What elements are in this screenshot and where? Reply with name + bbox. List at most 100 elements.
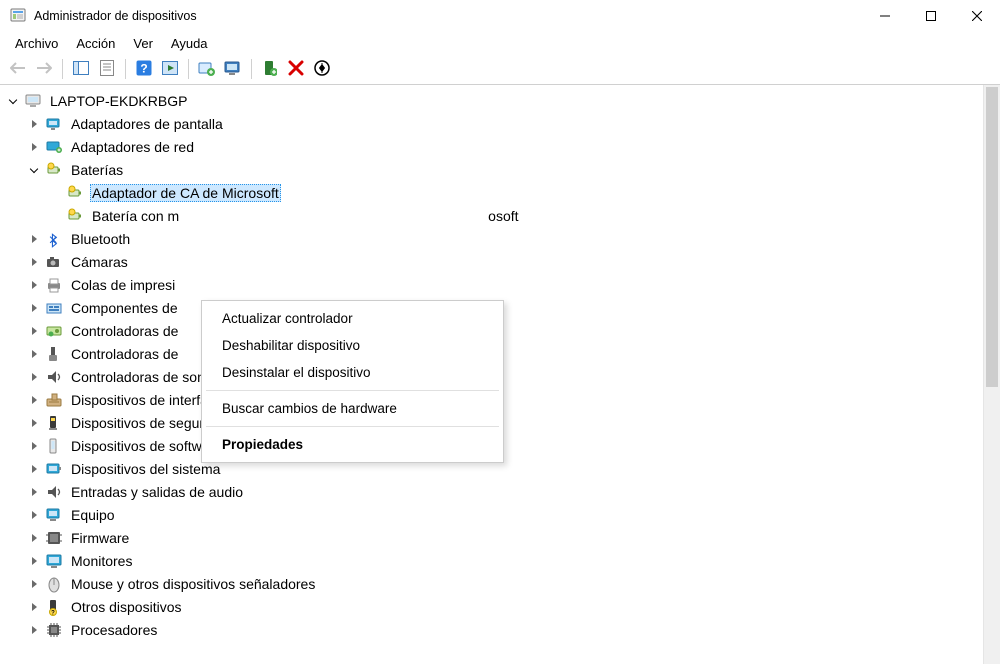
update-driver-button[interactable] xyxy=(195,57,219,81)
expand-toggle[interactable] xyxy=(27,531,41,545)
collapse-toggle[interactable] xyxy=(6,94,20,108)
expand-toggle[interactable] xyxy=(27,577,41,591)
context-menu-item[interactable]: Actualizar controlador xyxy=(204,305,501,332)
tree-node[interactable]: Firmware xyxy=(27,526,998,549)
uninstall-icon xyxy=(288,60,304,79)
tree-node[interactable]: Bluetooth xyxy=(27,227,998,250)
chevron-right-icon xyxy=(32,442,37,450)
context-menu-item[interactable]: Buscar cambios de hardware xyxy=(204,395,501,422)
minimize-button[interactable] xyxy=(862,0,908,32)
expand-toggle[interactable] xyxy=(27,370,41,384)
chevron-right-icon xyxy=(32,534,37,542)
chevron-right-icon xyxy=(32,350,37,358)
tree-node[interactable]: Controladoras de sonido y vídeo y dispos… xyxy=(27,365,998,388)
expand-toggle[interactable] xyxy=(27,393,41,407)
tree-node[interactable]: Procesadores xyxy=(27,618,998,641)
scrollbar-vertical[interactable] xyxy=(983,85,1000,664)
tree-node[interactable]: ?Otros dispositivos xyxy=(27,595,998,618)
expand-toggle[interactable] xyxy=(27,140,41,154)
tree-node[interactable]: Colas de impresi xyxy=(27,273,998,296)
battery-icon xyxy=(66,207,84,225)
tree-node-label: Adaptador de CA de Microsoft xyxy=(90,184,281,202)
help-button[interactable]: ? xyxy=(132,57,156,81)
tree-node-label: Entradas y salidas de audio xyxy=(69,483,245,501)
close-button[interactable] xyxy=(954,0,1000,32)
context-menu-item[interactable]: Deshabilitar dispositivo xyxy=(204,332,501,359)
expand-toggle[interactable] xyxy=(27,462,41,476)
tree-node[interactable]: Equipo xyxy=(27,503,998,526)
menu-ayuda[interactable]: Ayuda xyxy=(162,34,217,53)
context-menu-separator xyxy=(206,426,499,427)
expand-toggle[interactable] xyxy=(27,278,41,292)
chevron-right-icon xyxy=(32,143,37,151)
tree-node[interactable]: LAPTOP-EKDKRBGP xyxy=(6,89,998,112)
menu-archivo[interactable]: Archivo xyxy=(6,34,67,53)
uninstall-device-button[interactable] xyxy=(284,57,308,81)
tree-node[interactable]: Batería con mosoft xyxy=(48,204,998,227)
tree-node[interactable]: Dispositivos de software xyxy=(27,434,998,457)
tree-node[interactable]: Cámaras xyxy=(27,250,998,273)
scrollbar-thumb[interactable] xyxy=(986,87,998,387)
menu-accion[interactable]: Acción xyxy=(67,34,124,53)
expand-toggle[interactable] xyxy=(27,255,41,269)
back-button[interactable] xyxy=(6,57,30,81)
context-menu-item[interactable]: Propiedades xyxy=(204,431,501,458)
tree-node[interactable]: Adaptadores de red xyxy=(27,135,998,158)
monitor-refresh-icon xyxy=(224,60,242,79)
expand-toggle[interactable] xyxy=(27,416,41,430)
expand-toggle[interactable] xyxy=(27,508,41,522)
arrow-left-icon xyxy=(9,61,27,78)
forward-button[interactable] xyxy=(32,57,56,81)
tree-node[interactable]: Dispositivos del sistema xyxy=(27,457,998,480)
tree-node[interactable]: Entradas y salidas de audio xyxy=(27,480,998,503)
toolbar-separator xyxy=(188,59,189,79)
tree-node[interactable]: Monitores xyxy=(27,549,998,572)
help-icon: ? xyxy=(136,60,152,79)
tree-node-label: Colas de impresi xyxy=(69,276,177,294)
tree-node[interactable]: Dispositivos de interfaz de usuario (HID… xyxy=(27,388,998,411)
tree-node[interactable]: Mouse y otros dispositivos señaladores xyxy=(27,572,998,595)
tree-node[interactable]: Controladoras de xyxy=(27,342,998,365)
expand-toggle[interactable] xyxy=(27,623,41,637)
collapse-toggle[interactable] xyxy=(27,163,41,177)
chevron-right-icon xyxy=(32,281,37,289)
expand-toggle[interactable] xyxy=(27,347,41,361)
window-titlebar: Administrador de dispositivos xyxy=(0,0,1000,32)
expand-toggle[interactable] xyxy=(27,485,41,499)
tree-node[interactable]: Adaptador de CA de Microsoft xyxy=(48,181,998,204)
expand-toggle[interactable] xyxy=(27,324,41,338)
tree-node-label: Cámaras xyxy=(69,253,130,271)
show-hide-tree-button[interactable] xyxy=(69,57,93,81)
tree-node-label: Monitores xyxy=(69,552,134,570)
context-menu-item[interactable]: Desinstalar el dispositivo xyxy=(204,359,501,386)
disable-device-button[interactable] xyxy=(310,57,334,81)
properties-button[interactable] xyxy=(95,57,119,81)
chevron-right-icon xyxy=(32,120,37,128)
action-button[interactable] xyxy=(158,57,182,81)
scan-hardware-button[interactable] xyxy=(221,57,245,81)
chevron-right-icon xyxy=(32,235,37,243)
expand-toggle[interactable] xyxy=(27,439,41,453)
tree-node[interactable]: Adaptadores de pantalla xyxy=(27,112,998,135)
window-buttons xyxy=(862,0,1000,32)
arrow-right-icon xyxy=(35,61,53,78)
tree-node[interactable]: Controladoras de xyxy=(27,319,998,342)
chevron-down-icon xyxy=(30,164,38,172)
expand-toggle[interactable] xyxy=(27,232,41,246)
firmware-icon xyxy=(45,529,63,547)
expand-toggle[interactable] xyxy=(27,117,41,131)
tree-node[interactable]: Dispositivos de seguridad xyxy=(27,411,998,434)
menu-ver[interactable]: Ver xyxy=(124,34,162,53)
tree-pane-icon xyxy=(73,61,89,78)
expand-toggle[interactable] xyxy=(27,554,41,568)
enable-device-button[interactable] xyxy=(258,57,282,81)
app-icon xyxy=(10,8,26,24)
expand-toggle xyxy=(48,186,62,200)
maximize-button[interactable] xyxy=(908,0,954,32)
tree-node-label: Baterías xyxy=(69,161,125,179)
expand-toggle[interactable] xyxy=(27,301,41,315)
tree-node[interactable]: Baterías xyxy=(27,158,998,181)
expand-toggle[interactable] xyxy=(27,600,41,614)
tree-node-label: Bluetooth xyxy=(69,230,132,248)
tree-node[interactable]: Componentes de xyxy=(27,296,998,319)
